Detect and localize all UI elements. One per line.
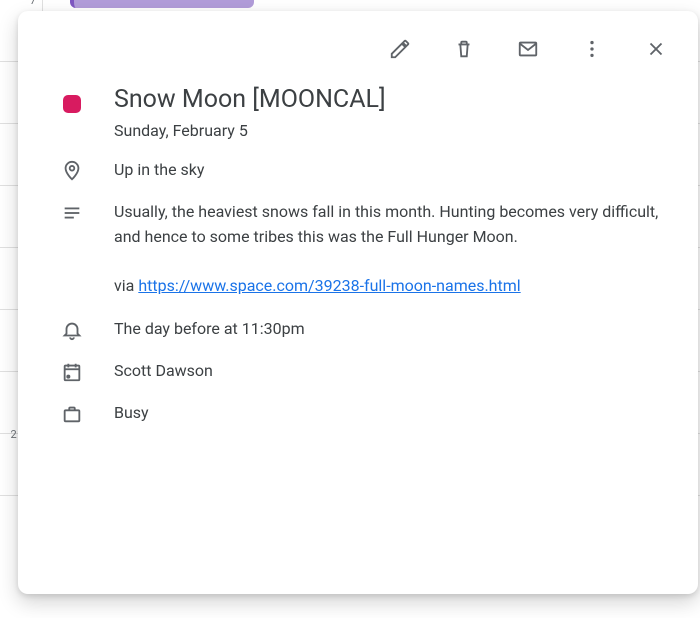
close-icon: [645, 38, 667, 60]
close-button[interactable]: [638, 31, 674, 67]
trash-icon: [453, 38, 475, 60]
calendar-color-swatch: [63, 95, 81, 113]
popup-action-bar: [38, 23, 678, 69]
options-button[interactable]: [574, 31, 610, 67]
kebab-icon: [581, 38, 603, 60]
bell-icon: [61, 319, 83, 341]
event-detail-popup: Snow Moon [MOONCAL] Sunday, February 5 U…: [18, 11, 698, 594]
event-location: Up in the sky: [114, 158, 678, 182]
email-button[interactable]: [510, 31, 546, 67]
calendar-icon: [61, 361, 83, 383]
envelope-icon: [517, 38, 539, 60]
event-title: Snow Moon [MOONCAL]: [114, 85, 678, 115]
event-description: Usually, the heaviest snows fall in this…: [114, 200, 678, 299]
location-pin-icon: [61, 160, 83, 182]
briefcase-icon: [61, 403, 83, 425]
pencil-icon: [389, 38, 411, 60]
calendar-event-block[interactable]: [70, 0, 254, 8]
event-calendar-owner: Scott Dawson: [114, 359, 678, 383]
edit-button[interactable]: [382, 31, 418, 67]
description-text: Usually, the heaviest snows fall in this…: [114, 202, 658, 246]
description-icon: [61, 202, 83, 224]
via-prefix: via: [114, 276, 138, 295]
source-link[interactable]: https://www.space.com/39238-full-moon-na…: [138, 276, 520, 295]
delete-button[interactable]: [446, 31, 482, 67]
event-reminder: The day before at 11:30pm: [114, 317, 678, 341]
event-availability: Busy: [114, 401, 678, 425]
event-date: Sunday, February 5: [114, 121, 678, 140]
